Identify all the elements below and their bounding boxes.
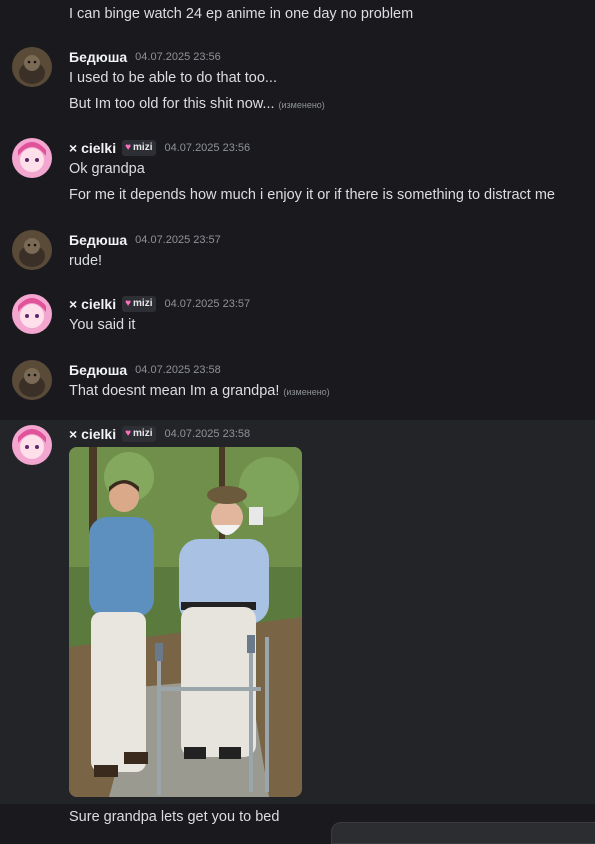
user-tag[interactable]: ♥ mizi — [122, 140, 157, 156]
message-text: For me it depends how much i enjoy it or… — [69, 187, 555, 203]
message-text: rude! — [69, 253, 103, 269]
timestamp: 04.07.2025 23:57 — [164, 298, 251, 310]
edited-label: (изменено) — [278, 100, 325, 110]
username[interactable]: Бедюша — [69, 362, 127, 378]
user-tag[interactable]: ♥ mizi — [122, 426, 157, 442]
message-text: Sure grandpa lets get you to bed — [69, 809, 280, 825]
username[interactable]: × cielki — [69, 296, 116, 312]
message-text: Ok grandpa — [69, 161, 145, 177]
image-attachment[interactable] — [69, 447, 302, 797]
heart-icon: ♥ — [125, 298, 132, 309]
avatar-cielki[interactable] — [12, 425, 52, 465]
username[interactable]: Бедюша — [69, 49, 127, 65]
timestamp: 04.07.2025 23:56 — [164, 142, 251, 154]
timestamp: 04.07.2025 23:56 — [135, 51, 221, 63]
avatar-cielki[interactable] — [12, 138, 52, 178]
message-header: × cielki ♥ mizi 04.07.2025 23:56 — [69, 138, 250, 158]
timestamp: 04.07.2025 23:57 — [135, 234, 221, 246]
edited-label: (изменено) — [283, 387, 330, 397]
message-header: Бедюша 04.07.2025 23:56 — [69, 47, 221, 67]
message-header: × cielki ♥ mizi 04.07.2025 23:58 — [69, 424, 250, 444]
username[interactable]: × cielki — [69, 426, 116, 442]
message-text: You said it — [69, 317, 136, 333]
timestamp: 04.07.2025 23:58 — [164, 428, 251, 440]
message-header: × cielki ♥ mizi 04.07.2025 23:57 — [69, 294, 250, 314]
message-text: But Im too old for this shit now... (изме… — [69, 96, 325, 112]
chat-message-list: I can binge watch 24 ep anime in one day… — [0, 0, 595, 844]
message-text: I used to be able to do that too... — [69, 70, 277, 86]
jump-to-present-bar[interactable] — [331, 822, 595, 844]
username[interactable]: Бедюша — [69, 232, 127, 248]
avatar-bedusha[interactable] — [12, 47, 52, 87]
heart-icon: ♥ — [125, 428, 132, 439]
user-tag[interactable]: ♥ mizi — [122, 296, 157, 312]
username[interactable]: × cielki — [69, 140, 116, 156]
message-text: That doesnt mean Im a grandpa! (изменено) — [69, 383, 330, 399]
message-header: Бедюша 04.07.2025 23:58 — [69, 360, 221, 380]
avatar-cielki[interactable] — [12, 294, 52, 334]
avatar-bedusha[interactable] — [12, 360, 52, 400]
avatar-bedusha[interactable] — [12, 230, 52, 270]
message-header: Бедюша 04.07.2025 23:57 — [69, 230, 221, 250]
timestamp: 04.07.2025 23:58 — [135, 364, 221, 376]
message-text: I can binge watch 24 ep anime in one day… — [69, 6, 414, 22]
heart-icon: ♥ — [125, 142, 132, 153]
